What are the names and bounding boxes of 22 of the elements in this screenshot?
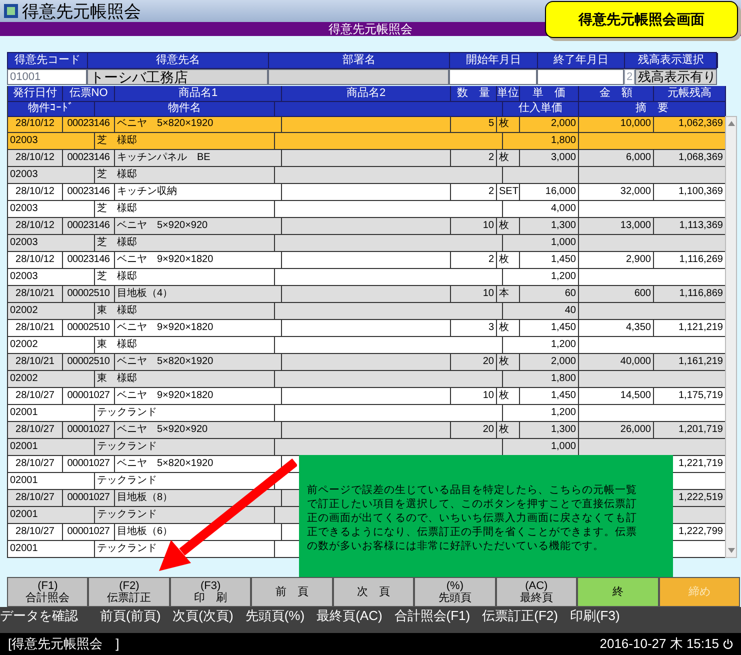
key-hint: 最終頁(AC) [316,607,382,625]
screen-label: [得意先元帳照会 ] [8,635,120,654]
key-hint: 伝票訂正(F2) [482,607,558,625]
balance-option-label: 残高表示有り [635,69,717,85]
column-header: 部署名 [269,53,450,68]
callout-text: 前ページで誤差の生じている品目を特定したら、こちらの元帳一覧で訂正したい項目を選択して、このボタンを押すことで直接伝票訂正の画面が出てくるので、いちいち伝票入力画面に戻さなくても訂正できるようになり、伝票訂正の手間を省くことができます。伝票の数が多いお客様には非常に好評いただいている機能です。 [307,483,638,553]
column-header: 残高表示選択 [625,53,718,68]
key-hint: 前頁(前頁) [100,607,161,625]
window-title: 得意先元帳照会 [22,2,141,20]
key-hint: 次頁(次頁) [172,607,234,625]
key-hint: 印刷(F3) [570,607,620,625]
column-header: 開始年月日 [450,53,538,68]
key-hint: 先頭頁(%) [245,607,305,625]
key-hint: データを確認 [0,607,78,625]
column-header: 得意先コード [8,53,88,68]
column-header: 得意先名 [88,53,269,68]
date-time: 2016-10-27 木 15:15 [600,635,719,654]
screen-name-badge: 得意先元帳照会画面 [545,1,738,38]
column-header: 終了年月日 [538,53,625,68]
table-cell: 02001 [8,541,95,558]
screen-title: 得意先元帳照会 [328,23,412,35]
key-hint: 合計照会(F1) [394,607,470,625]
